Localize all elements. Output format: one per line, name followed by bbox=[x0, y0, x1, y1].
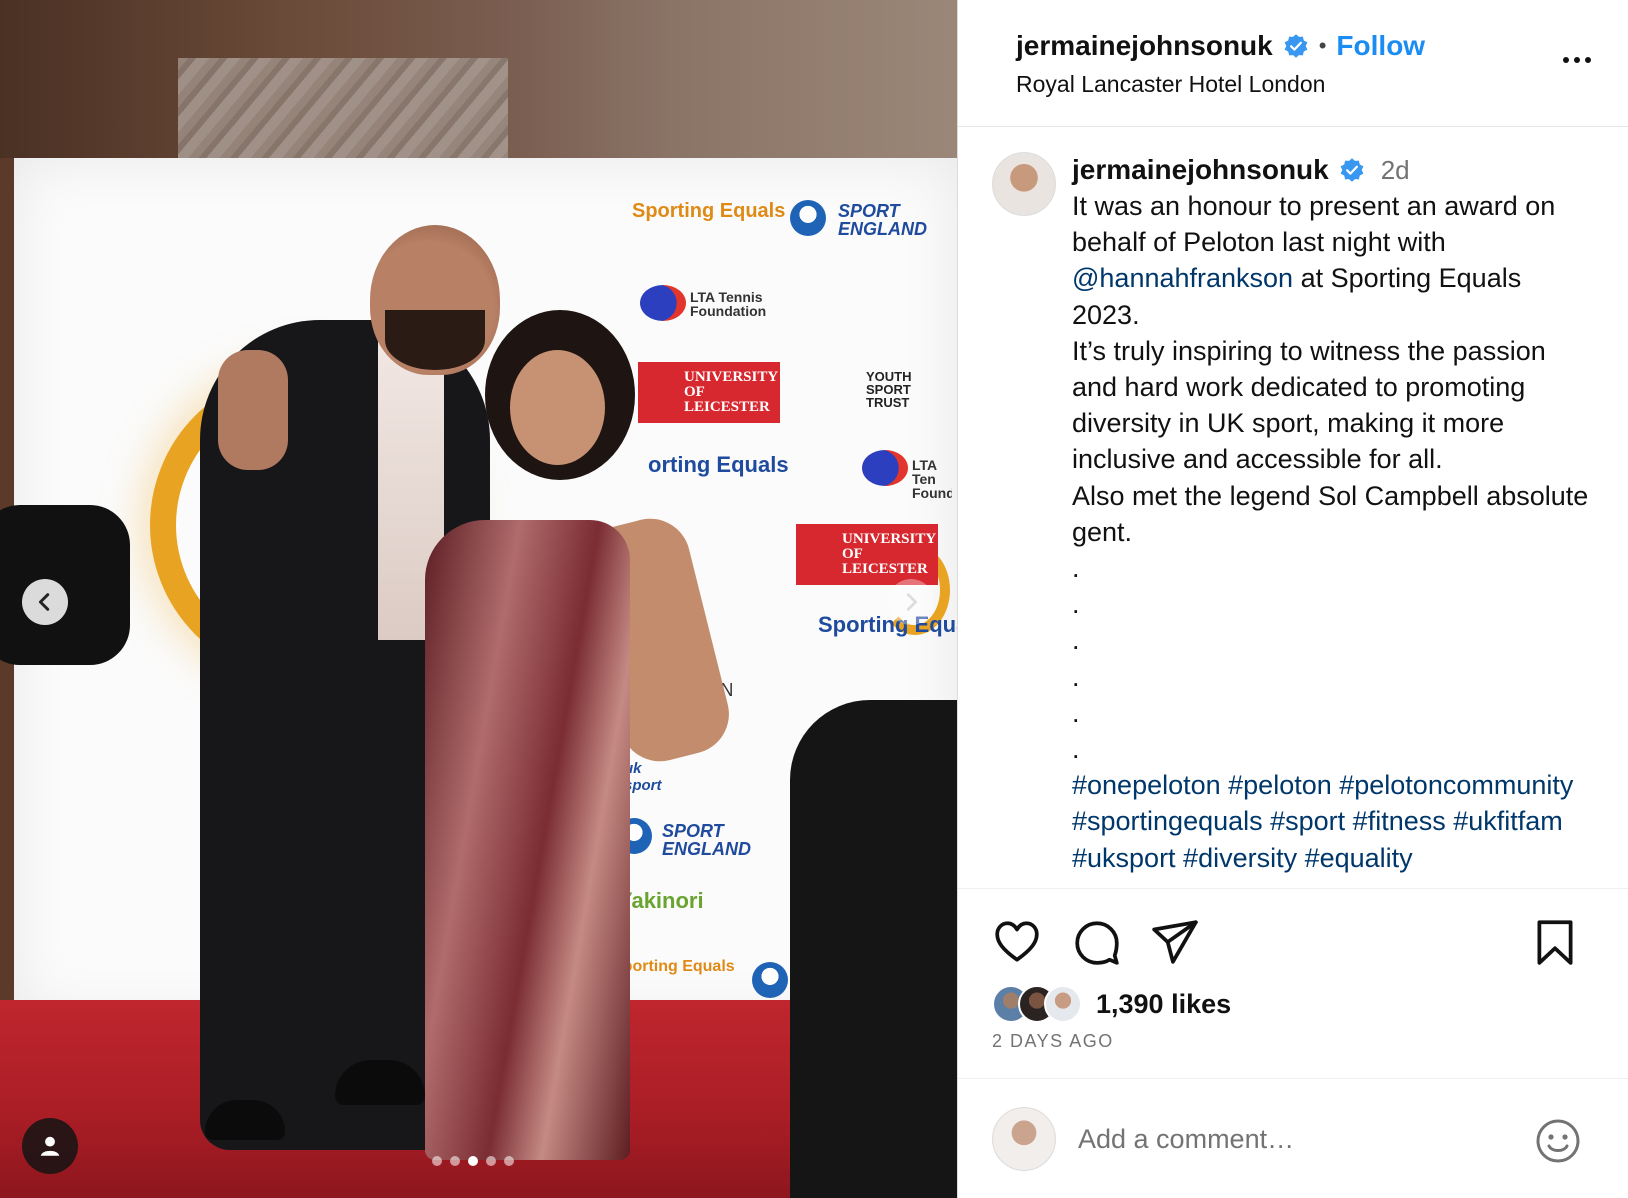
carousel-indicator bbox=[432, 1156, 514, 1166]
post-date[interactable]: 2 DAYS AGO bbox=[992, 1031, 1114, 1052]
post-header-user: jermainejohnsonuk • Follow bbox=[1016, 30, 1425, 62]
yakinori-logo: Yakinori bbox=[618, 888, 704, 913]
username-link[interactable]: jermainejohnsonuk bbox=[1016, 30, 1273, 62]
lta-logo: LTA Tennis Foundation bbox=[690, 289, 767, 319]
comment-input[interactable] bbox=[1078, 1117, 1498, 1161]
caption-line-3: Also met the legend Sol Campbell absolut… bbox=[1072, 480, 1589, 547]
post-time[interactable]: 2d bbox=[1381, 155, 1410, 186]
caption-line-1a: It was an honour to present an award on … bbox=[1072, 191, 1556, 258]
peace-sign-hand bbox=[218, 350, 288, 470]
caption-dot-line: . bbox=[1072, 734, 1080, 765]
location-link[interactable]: Royal Lancaster Hotel London bbox=[1016, 71, 1325, 98]
post-side-panel: jermainejohnsonuk • Follow Royal Lancast… bbox=[957, 0, 1628, 1198]
author-avatar[interactable] bbox=[992, 152, 1056, 216]
more-dot-icon bbox=[1563, 57, 1569, 63]
caption-dot-line: . bbox=[1072, 625, 1080, 656]
beard bbox=[385, 310, 485, 370]
tagged-users-button[interactable] bbox=[22, 1118, 78, 1174]
carousel-prev-button[interactable] bbox=[22, 579, 68, 625]
verified-badge-icon bbox=[1340, 158, 1364, 182]
follow-button[interactable]: Follow bbox=[1336, 30, 1425, 62]
carousel-dot bbox=[504, 1156, 514, 1166]
caption-dot-line: . bbox=[1072, 697, 1080, 728]
more-options-button[interactable] bbox=[1554, 42, 1600, 78]
share-icon[interactable] bbox=[1150, 917, 1200, 967]
carousel-dot-active bbox=[468, 1156, 478, 1166]
person-woman-dress bbox=[425, 520, 630, 1160]
university-of-leicester-logo: UNIVERSITY OF LEICESTER bbox=[796, 524, 938, 585]
current-user-avatar bbox=[992, 1107, 1056, 1171]
caption-dot-line: . bbox=[1072, 589, 1080, 620]
carousel-dot bbox=[450, 1156, 460, 1166]
sporting-equals-logo: Sporting Equals bbox=[612, 958, 735, 975]
uk-sport-logo: uk sport bbox=[624, 760, 662, 794]
caption-username-link[interactable]: jermainejohnsonuk bbox=[1072, 154, 1329, 186]
sporting-equals-logo: orting Equals bbox=[648, 452, 789, 477]
carousel-dot bbox=[486, 1156, 496, 1166]
youth-sport-trust-logo: YOUTH SPORT TRUST bbox=[866, 369, 912, 410]
post-header: jermainejohnsonuk • Follow Royal Lancast… bbox=[958, 0, 1628, 127]
liker-avatar bbox=[1044, 985, 1082, 1023]
camera bbox=[0, 505, 130, 665]
add-comment-bar bbox=[958, 1078, 1628, 1198]
university-of-leicester-logo: UNIVERSITY OF LEICESTER bbox=[638, 362, 780, 423]
woman-face bbox=[510, 350, 605, 465]
more-dot-icon bbox=[1585, 57, 1591, 63]
likes-row[interactable]: 1,390 likes bbox=[992, 985, 1231, 1023]
user-icon bbox=[40, 1136, 60, 1156]
carousel-next-button[interactable] bbox=[888, 579, 934, 625]
caption-line-2: It’s truly inspiring to witness the pass… bbox=[1072, 335, 1546, 475]
sporting-equals-logo-partial: Sporting Equa bbox=[818, 612, 957, 637]
sport-england-mark-icon bbox=[790, 200, 826, 236]
sport-england-logo: SPORT ENGLAND bbox=[838, 201, 927, 239]
post-media[interactable]: Sporting Equals SPORT ENGLAND LTA Tennis… bbox=[0, 0, 957, 1198]
caption-text: It was an honour to present an award on … bbox=[1072, 188, 1592, 333]
post-actions: 1,390 likes 2 DAYS AGO bbox=[958, 888, 1628, 1078]
likes-count[interactable]: 1,390 likes bbox=[1096, 989, 1231, 1020]
sporting-equals-logo: Sporting Equals bbox=[632, 200, 786, 222]
lta-logo-partial: LTA Ten Founda bbox=[912, 458, 952, 500]
hashtags[interactable]: #onepeloton #peloton #pelotoncommunity #… bbox=[1072, 767, 1592, 876]
verified-badge-icon bbox=[1284, 34, 1308, 58]
bookmark-icon[interactable] bbox=[1530, 917, 1580, 967]
comment-icon[interactable] bbox=[1072, 917, 1122, 967]
mention-link[interactable]: @hannahfrankson bbox=[1072, 263, 1293, 293]
lta-mark-icon bbox=[862, 450, 908, 486]
caption: jermainejohnsonuk 2d It was an honour to… bbox=[1072, 152, 1592, 876]
caption-dot-line: . bbox=[1072, 553, 1080, 584]
chevron-right-icon bbox=[906, 593, 917, 611]
sport-england-logo: SPORT ENGLAND bbox=[662, 821, 751, 859]
caption-scroll-area[interactable]: jermainejohnsonuk 2d It was an honour to… bbox=[958, 128, 1628, 888]
lta-mark-icon bbox=[640, 285, 686, 321]
sport-england-mark-icon bbox=[752, 962, 788, 998]
heart-icon[interactable] bbox=[992, 917, 1042, 967]
caption-dot-line: . bbox=[1072, 661, 1080, 692]
carousel-dot bbox=[432, 1156, 442, 1166]
separator-dot: • bbox=[1318, 33, 1327, 58]
caption-header: jermainejohnsonuk 2d bbox=[1072, 152, 1592, 188]
more-dot-icon bbox=[1574, 57, 1580, 63]
chevron-left-icon bbox=[38, 593, 50, 611]
foreground-head-silhouette bbox=[790, 700, 957, 1198]
emoji-icon[interactable] bbox=[1534, 1117, 1582, 1165]
